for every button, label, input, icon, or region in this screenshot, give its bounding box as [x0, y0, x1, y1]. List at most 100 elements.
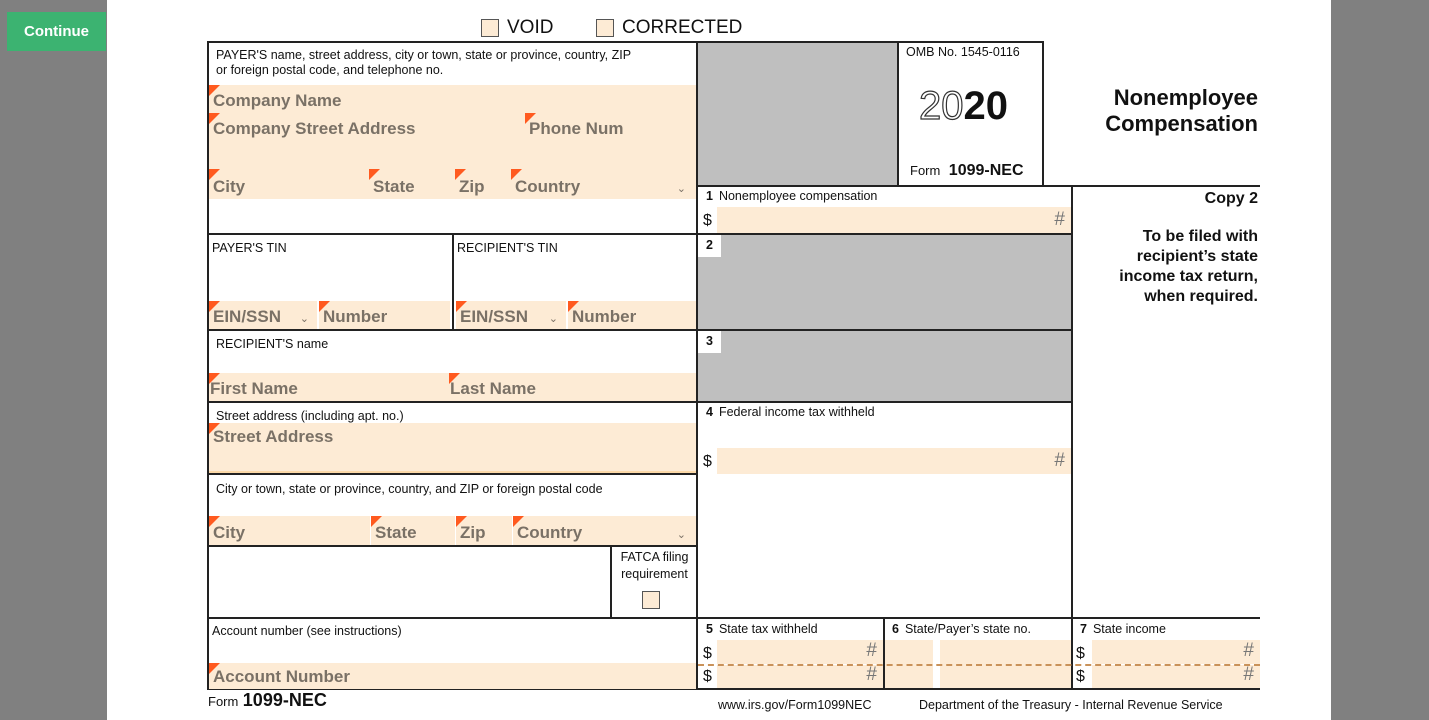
phone-placeholder: Phone Num [529, 119, 624, 138]
box7-text: State income [1092, 622, 1166, 636]
company-name-input[interactable]: Company Name [209, 85, 696, 113]
payer-tin-type-select[interactable]: EIN/SSN ⌄ [209, 301, 317, 329]
border [207, 545, 697, 547]
phone-input[interactable]: Phone Num [525, 113, 696, 169]
required-marker-icon [209, 663, 220, 674]
copy-line2: recipient’s state [1136, 248, 1258, 265]
box5-number: 5 [706, 622, 713, 636]
required-marker-icon [456, 516, 467, 527]
company-name-placeholder: Company Name [213, 91, 342, 110]
footer-department: Department of the Treasury - Internal Re… [919, 698, 1223, 712]
payer-label-line1: PAYER'S name, street address, city or to… [216, 48, 632, 62]
chevron-down-icon: ⌄ [299, 313, 309, 325]
box6-text: State/Payer’s state no. [904, 622, 1031, 636]
recipient-city-input[interactable]: City [209, 516, 370, 545]
copy-line4: when required. [1144, 288, 1258, 305]
tax-year: 2020 [918, 83, 1008, 129]
form-name: 1099-NEC [948, 162, 1024, 179]
dollar-sign: $ [703, 453, 712, 470]
recipient-zip-input[interactable]: Zip [456, 516, 512, 545]
payer-state-placeholder: State [373, 177, 415, 196]
border [897, 41, 899, 186]
void-label: VOID [507, 17, 554, 38]
recipient-name-label: RECIPIENT'S name [216, 337, 329, 351]
fatca-checkbox[interactable] [642, 591, 660, 609]
fatca-label: FATCA filing requirement [613, 549, 696, 583]
footer-url: www.irs.gov/Form1099NEC [718, 698, 872, 712]
box7-amount-input-2[interactable]: # [1092, 664, 1260, 688]
amount-placeholder: # [866, 664, 877, 685]
box5-amount-input-1[interactable]: # [717, 640, 883, 664]
box4-amount-input[interactable]: # [717, 448, 1071, 474]
copy-line3: income tax return, [1119, 268, 1258, 285]
payer-label-line2: or foreign postal code, and telephone no… [216, 63, 444, 77]
payer-state-input[interactable]: State [369, 169, 455, 199]
company-street-placeholder: Company Street Address [213, 119, 416, 138]
continue-button[interactable]: Continue [7, 12, 106, 51]
street-address-placeholder: Street Address [213, 427, 334, 446]
border [1042, 41, 1044, 186]
copy-label: Copy 2 [1204, 190, 1258, 207]
corrected-checkbox[interactable] [596, 19, 614, 37]
footer-form-name: 1099-NEC [242, 690, 327, 710]
payer-tin-type-value: EIN/SSN [213, 307, 282, 326]
amount-placeholder: # [1243, 664, 1254, 685]
last-name-input[interactable]: Last Name [449, 373, 696, 401]
border [610, 545, 612, 617]
company-street-input[interactable]: Company Street Address [209, 113, 525, 169]
recipient-tin-type-value: EIN/SSN [460, 307, 529, 326]
payer-city-placeholder: City [213, 177, 246, 196]
amount-placeholder: # [866, 640, 877, 661]
fatca-line1: FATCA filing [620, 550, 689, 564]
recipient-tin-number-input[interactable]: Number [568, 301, 696, 329]
account-label: Account number (see instructions) [212, 624, 402, 638]
footer-form-id: Form 1099-NEC [208, 690, 327, 711]
border [452, 233, 454, 329]
required-marker-icon [525, 113, 536, 124]
copy-info: Copy 2 To be filed with recipient’s stat… [1119, 189, 1258, 307]
street-label: Street address (including apt. no.) [216, 409, 404, 423]
omb-number: OMB No. 1545-0116 [906, 45, 1020, 59]
void-checkbox[interactable] [481, 19, 499, 37]
amount-placeholder: # [1243, 640, 1254, 661]
required-marker-icon [319, 301, 330, 312]
box2-number: 2 [698, 235, 721, 257]
fatca-line2: requirement [621, 567, 688, 581]
box1-text: Nonemployee compensation [718, 189, 878, 203]
required-marker-icon [456, 301, 467, 312]
payer-zip-input[interactable]: Zip [455, 169, 511, 199]
recipient-tin-type-select[interactable]: EIN/SSN ⌄ [456, 301, 566, 329]
box7-amount-input-1[interactable]: # [1092, 640, 1260, 664]
gray-shaded-area [698, 43, 897, 185]
payer-tin-number-input[interactable]: Number [319, 301, 450, 329]
border [207, 41, 1043, 43]
box1-amount-input[interactable]: # [717, 207, 1071, 233]
required-marker-icon [568, 301, 579, 312]
amount-placeholder: # [1054, 209, 1065, 230]
title-line2: Compensation [1105, 111, 1258, 136]
required-marker-icon [369, 169, 380, 180]
form-page: VOID CORRECTED PAYER'S name, street addr… [107, 0, 1331, 720]
first-name-input[interactable]: First Name [209, 373, 449, 401]
box5-amount-input-2[interactable]: # [717, 664, 883, 688]
corrected-label: CORRECTED [622, 17, 743, 38]
box3-shaded [698, 331, 1071, 401]
required-marker-icon [209, 113, 220, 124]
account-number-input[interactable]: Account Number [209, 663, 696, 689]
required-marker-icon [371, 516, 382, 527]
dollar-sign: $ [703, 212, 712, 229]
box1-label: 1 Nonemployee compensation [706, 189, 877, 204]
tax-year-outline: 20 [918, 83, 964, 128]
recipient-tin-label: RECIPIENT'S TIN [457, 241, 558, 255]
box6-number: 6 [892, 622, 899, 636]
box2-shaded [698, 235, 1071, 329]
box4-label: 4 Federal income tax withheld [706, 405, 875, 420]
recipient-country-select[interactable]: Country ⌄ [513, 516, 696, 545]
box3-number: 3 [698, 331, 721, 353]
payer-country-select[interactable]: Country ⌄ [511, 169, 696, 199]
required-marker-icon [449, 373, 460, 384]
payer-city-input[interactable]: City [209, 169, 369, 199]
payer-label: PAYER'S name, street address, city or to… [216, 48, 631, 78]
recipient-state-input[interactable]: State [371, 516, 455, 545]
street-address-input[interactable]: Street Address [209, 423, 696, 473]
